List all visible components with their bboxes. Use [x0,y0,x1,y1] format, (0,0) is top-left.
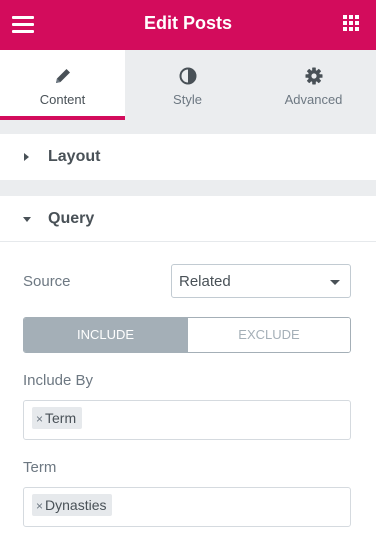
grid-apps-icon[interactable] [343,15,360,32]
term-label: Term [23,459,57,476]
header-bar: Edit Posts [0,0,376,50]
term-input[interactable]: × Dynasties [23,487,351,527]
tab-content[interactable]: Content [0,50,125,120]
section-divider [0,180,376,196]
tab-style-label: Style [173,92,202,107]
include-by-label: Include By [23,372,94,389]
include-by-input[interactable]: × Term [23,400,351,440]
remove-tag-icon[interactable]: × [36,408,43,430]
caret-right-icon [24,153,29,161]
section-layout-title: Layout [48,148,101,165]
pencil-icon [55,69,70,83]
tag-label: Term [45,410,77,426]
panel-tabs: Content Style Advanced [0,50,376,120]
include-exclude-switch: INCLUDE EXCLUDE [23,317,351,353]
section-layout-header[interactable]: Layout [0,134,376,180]
section-divider [0,120,376,134]
panel-title: Edit Posts [143,13,232,33]
tag-label: Dynasties [45,497,107,513]
exclude-button[interactable]: EXCLUDE [187,318,350,352]
tab-advanced-label: Advanced [284,92,343,107]
tag-chip: × Dynasties [32,494,113,517]
source-label: Source [23,273,71,290]
tab-advanced[interactable]: Advanced [251,50,376,120]
tab-content-label: Content [39,92,86,107]
remove-tag-icon[interactable]: × [36,495,43,517]
chevron-down-icon [330,280,340,285]
gear-icon [305,67,322,85]
source-select[interactable]: Related [171,264,351,298]
include-button[interactable]: INCLUDE [24,318,187,352]
caret-down-icon [23,217,31,222]
source-select-value: Related [179,273,231,290]
tab-style[interactable]: Style [125,50,250,120]
section-query-header[interactable]: Query [0,196,376,242]
half-circle-icon [179,67,196,85]
tag-chip: × Term [32,407,83,430]
section-query-title: Query [48,210,95,227]
